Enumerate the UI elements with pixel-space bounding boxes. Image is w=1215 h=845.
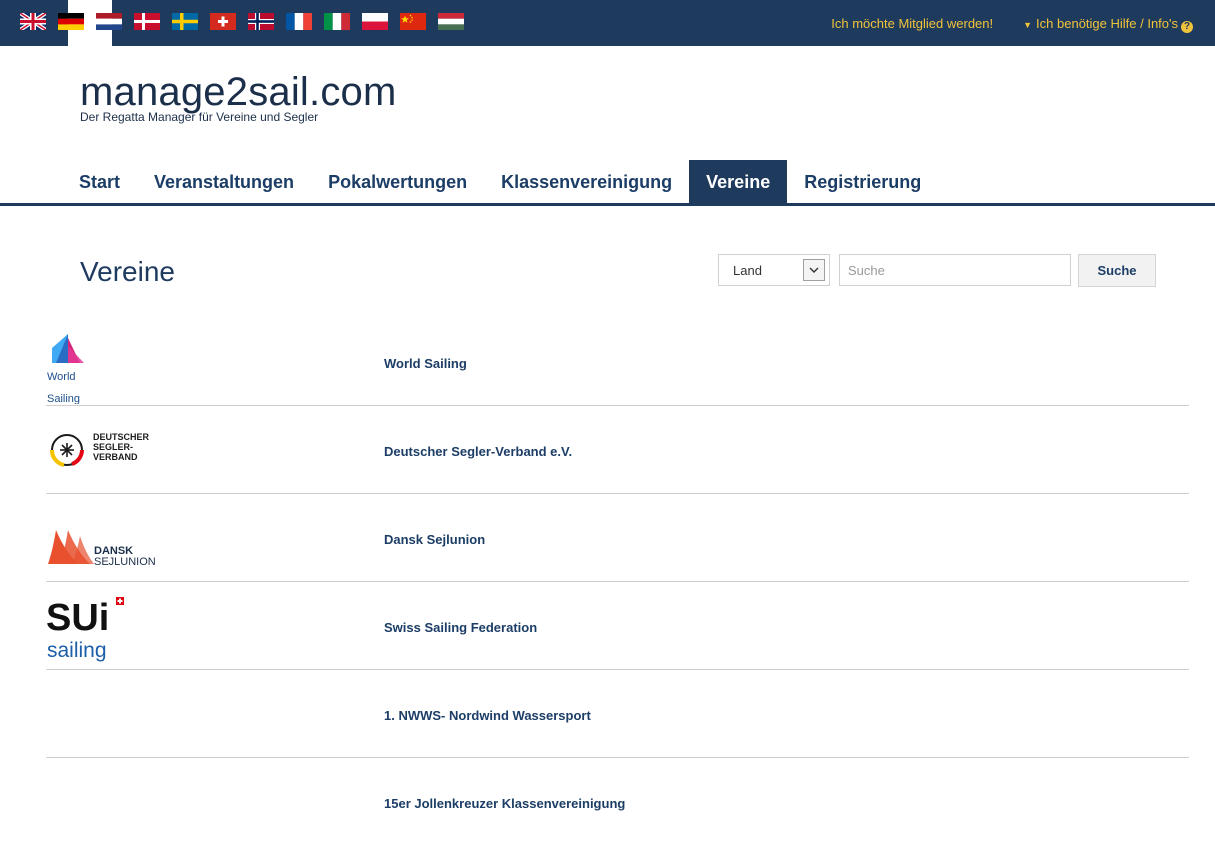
nav-item-registrierung[interactable]: Registrierung [787, 160, 938, 204]
swiss-sailing-logo: SUi sailing [46, 582, 206, 668]
nav-item-start[interactable]: Start [62, 160, 137, 204]
club-list: World Sailing World Sailing DEUTSCHER SE… [46, 318, 1189, 845]
sui-logo-text-2: sailing [47, 639, 107, 662]
flag-cn-icon[interactable] [400, 13, 426, 30]
chevron-down-icon [803, 259, 825, 281]
country-select-value: Land [733, 262, 762, 278]
dsv-logo-text-1: DEUTSCHER [93, 432, 150, 442]
nav-item-klassenvereinigung[interactable]: Klassenvereinigung [484, 160, 689, 204]
dsv-logo: DEUTSCHER SEGLER- VERBAND [46, 406, 206, 492]
club-name[interactable]: World Sailing [384, 356, 467, 371]
dsv-logo-text-3: VERBAND [93, 452, 138, 462]
flag-fr-icon[interactable] [286, 13, 312, 30]
flag-hu-icon[interactable] [438, 13, 464, 30]
nav-item-pokalwertungen[interactable]: Pokalwertungen [311, 160, 484, 204]
flag-it-icon[interactable] [324, 13, 350, 30]
world-sailing-logo-text-1: World [47, 371, 76, 383]
search-input[interactable] [839, 254, 1071, 286]
top-bar: Ich möchte Mitglied werden! ▼ Ich benötig… [0, 0, 1215, 46]
search-button[interactable]: Suche [1078, 254, 1156, 287]
dsv-logo-text-2: SEGLER- [93, 442, 133, 452]
country-select[interactable]: Land [718, 254, 830, 286]
dansk-logo-text-2: SEJLUNION [94, 556, 156, 568]
nav-divider [0, 203, 1215, 206]
list-item[interactable]: SUi sailing Swiss Sailing Federation [46, 582, 1189, 670]
site-logo-title[interactable]: manage2sail.com [80, 70, 397, 114]
flag-dk-icon[interactable] [134, 13, 160, 30]
sui-logo-text-1: SUi [46, 597, 109, 639]
flag-ch-icon[interactable] [210, 13, 236, 30]
brand: manage2sail.com Der Regatta Manager für … [80, 70, 397, 124]
flag-pl-icon[interactable] [362, 13, 388, 30]
list-item[interactable]: 15er Jollenkreuzer Klassenvereinigung [46, 758, 1189, 845]
search-area: Land Suche [718, 254, 1156, 288]
become-member-link[interactable]: Ich möchte Mitglied werden! [831, 16, 993, 33]
club-name[interactable]: Deutscher Segler-Verband e.V. [384, 444, 572, 459]
world-sailing-logo: World Sailing [46, 318, 206, 405]
top-links: Ich möchte Mitglied werden! ▼ Ich benötig… [831, 16, 1193, 33]
page-title: Vereine [80, 256, 175, 287]
club-name[interactable]: Swiss Sailing Federation [384, 620, 537, 635]
club-name[interactable]: 15er Jollenkreuzer Klassenvereinigung [384, 796, 625, 811]
list-item[interactable]: 1. NWWS- Nordwind Wassersport [46, 670, 1189, 758]
flag-uk-icon[interactable] [20, 13, 46, 30]
dansk-sejlunion-logo: DANSK SEJLUNION [46, 494, 206, 580]
flag-se-icon[interactable] [172, 13, 198, 30]
main-nav: Start Veranstaltungen Pokalwertungen Kla… [62, 160, 938, 204]
help-info-label: Ich benötige Hilfe / Info's [1036, 16, 1178, 31]
flag-no-icon[interactable] [248, 13, 274, 30]
caret-down-icon: ▼ [1023, 20, 1033, 30]
help-info-link[interactable]: ▼ Ich benötige Hilfe / Info's? [1023, 16, 1193, 33]
world-sailing-logo-text-2: Sailing [47, 393, 80, 404]
nav-item-veranstaltungen[interactable]: Veranstaltungen [137, 160, 311, 204]
list-item[interactable]: DEUTSCHER SEGLER- VERBAND Deutscher Segl… [46, 406, 1189, 494]
nav-item-vereine[interactable]: Vereine [689, 160, 788, 204]
list-item[interactable]: World Sailing World Sailing [46, 318, 1189, 406]
language-flags [20, 13, 476, 33]
question-circle-icon: ? [1181, 21, 1193, 33]
club-name[interactable]: 1. NWWS- Nordwind Wassersport [384, 708, 591, 723]
club-name[interactable]: Dansk Sejlunion [384, 532, 485, 547]
list-item[interactable]: DANSK SEJLUNION Dansk Sejlunion [46, 494, 1189, 582]
flag-nl-icon[interactable] [96, 13, 122, 30]
flag-de-icon[interactable] [58, 13, 84, 30]
